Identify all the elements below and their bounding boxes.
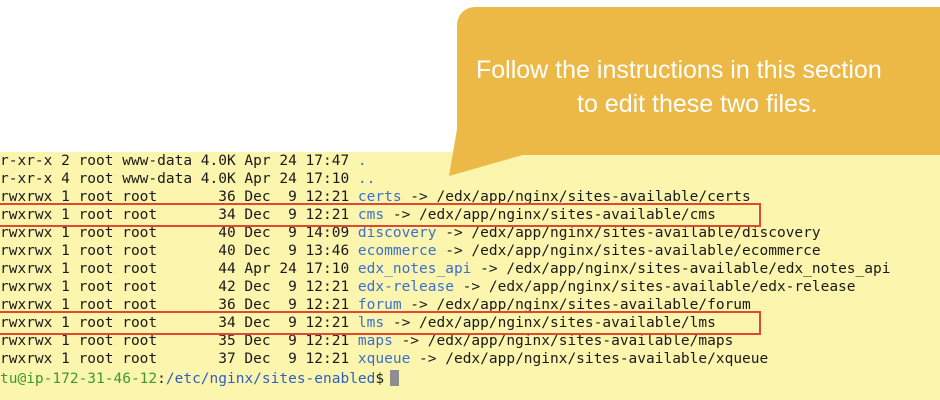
file-meta: rwxrwx 1 root root 42 Dec 9 12:21 <box>0 279 358 295</box>
ls-line-dot: r-xr-x 2 root www-data 4.0K Apr 24 17:47… <box>0 152 367 170</box>
highlight-box-lms <box>0 311 761 335</box>
symlink-name: ecommerce <box>357 243 437 259</box>
file-meta: rwxrwx 1 root root 40 Dec 9 14:09 <box>0 225 358 241</box>
file-meta: rwxrwx 1 root root 37 Dec 9 12:21 <box>0 351 358 367</box>
ls-line-ecommerce: rwxrwx 1 root root 40 Dec 9 13:46 ecomme… <box>0 242 821 260</box>
ls-line-xqueue: rwxrwx 1 root root 37 Dec 9 12:21 xqueue… <box>0 350 768 368</box>
prompt-user-host: tu@ip-172-31-46-12 <box>0 371 158 387</box>
symlink-name: edx_notes_api <box>357 261 472 277</box>
prompt-separator: : <box>157 371 166 387</box>
ls-line-edx-release: rwxrwx 1 root root 42 Dec 9 12:21 edx-re… <box>0 278 856 296</box>
callout-text-line-1: Follow the instructions in this section <box>476 56 882 84</box>
file-meta: r-xr-x 4 root www-data 4.0K Apr 24 17:10 <box>0 171 358 187</box>
symlink-name: discovery <box>357 225 437 241</box>
file-meta: rwxrwx 1 root root 44 Apr 24 17:10 <box>0 261 358 277</box>
symlink-target: -> /edx/app/nginx/sites-available/ecomme… <box>436 243 821 259</box>
symlink-target: -> /edx/app/nginx/sites-available/discov… <box>436 225 821 241</box>
ls-line-edx-notes-api: rwxrwx 1 root root 44 Apr 24 17:10 edx_n… <box>0 260 890 278</box>
prompt-path: /etc/nginx/sites-enabled <box>165 371 376 387</box>
callout-text-line-2: to edit these two files. <box>577 90 818 118</box>
symlink-name: maps <box>357 333 393 349</box>
ls-line-dotdot: r-xr-x 4 root www-data 4.0K Apr 24 17:10… <box>0 170 375 188</box>
symlink-target: -> /edx/app/nginx/sites-available/maps <box>392 333 734 349</box>
symlink-target: -> /edx/app/nginx/sites-available/edx-re… <box>453 279 856 295</box>
symlink-name: edx-release <box>357 279 454 295</box>
shell-prompt-line[interactable]: tu@ip-172-31-46-12:/etc/nginx/sites-enab… <box>0 370 400 388</box>
highlight-box-cms <box>0 203 761 227</box>
file-meta: rwxrwx 1 root root 35 Dec 9 12:21 <box>0 333 358 349</box>
symlink-target: -> /edx/app/nginx/sites-available/xqueue <box>410 351 769 367</box>
terminal-window[interactable]: r-xr-x 2 root www-data 4.0K Apr 24 17:47… <box>0 152 940 400</box>
dir-name: .. <box>357 171 376 187</box>
prompt-symbol: $ <box>375 371 385 387</box>
symlink-name: xqueue <box>357 351 411 367</box>
file-meta: rwxrwx 1 root root 40 Dec 9 13:46 <box>0 243 358 259</box>
screenshot-stage: r-xr-x 2 root www-data 4.0K Apr 24 17:47… <box>0 0 940 400</box>
symlink-target: -> /edx/app/nginx/sites-available/edx_no… <box>471 261 891 277</box>
dir-name: . <box>357 153 367 169</box>
file-meta: r-xr-x 2 root www-data 4.0K Apr 24 17:47 <box>0 153 358 169</box>
text-cursor[interactable] <box>390 370 400 386</box>
